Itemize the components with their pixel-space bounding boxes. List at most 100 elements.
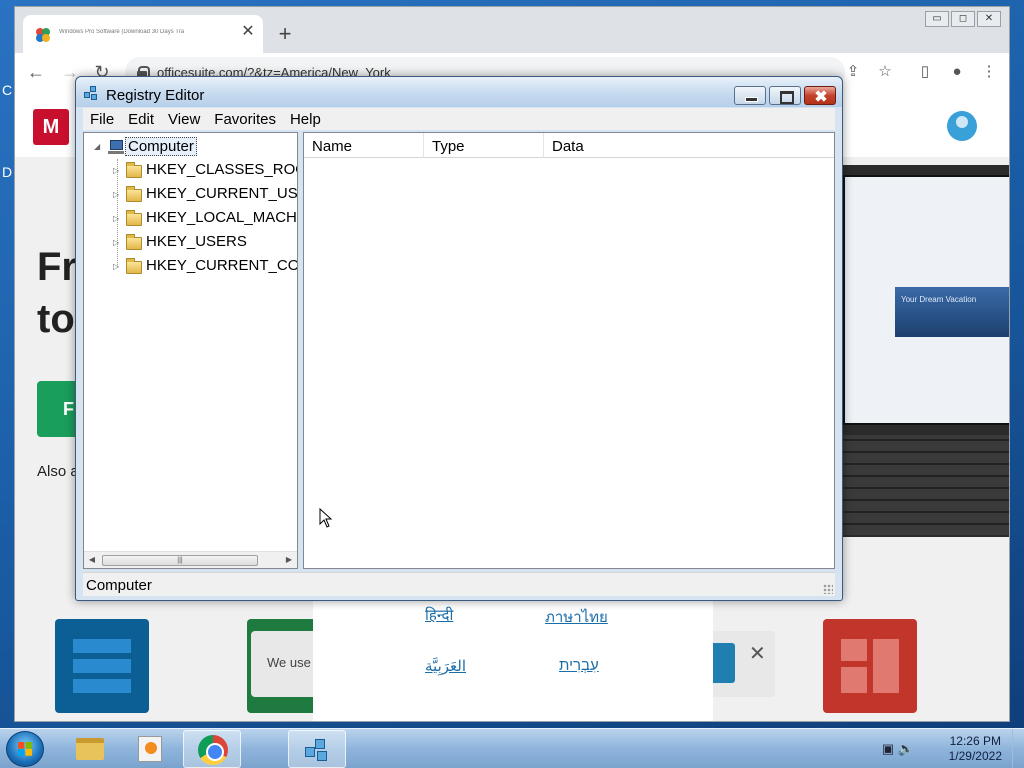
laptop-screen: Your Dream Vacation [843,175,1009,425]
tree-item-label: HKEY_CLASSES_ROOT [146,161,297,178]
network-icon[interactable]: ▣ [882,741,894,756]
tree-item-label: HKEY_LOCAL_MACHINE [146,209,297,226]
expand-arrow-icon[interactable]: ▷ [113,238,123,248]
taskbar: ▣ 🔈 12:26 PM 1/29/2022 [0,728,1024,768]
language-link[interactable]: العَرَبِيَّة [425,657,466,675]
browser-maximize-button[interactable]: ◻ [951,11,975,27]
taskbar-media-player[interactable] [120,730,178,768]
column-header-data[interactable]: Data [544,133,834,158]
site-logo[interactable]: M [33,109,69,145]
media-player-icon [138,736,162,762]
scrollbar-thumb[interactable]: ||| [102,555,258,566]
profile-icon[interactable]: ● [947,62,967,82]
tree-item-hku[interactable]: ▷ HKEY_USERS [84,233,297,255]
back-arrow-icon[interactable]: ← [25,61,47,83]
start-button[interactable] [6,731,44,767]
horizontal-scrollbar[interactable]: ◀ ||| ▶ [84,551,297,568]
window-title: Registry Editor [106,87,205,104]
close-icon[interactable]: ✕ [749,641,766,666]
system-tray: ▣ 🔈 [882,741,914,757]
browser-window-controls: ▭ ◻ ✕ [925,11,1001,29]
menu-favorites[interactable]: Favorites [207,108,283,130]
slides-tile[interactable] [823,619,917,713]
tab-title: Windows Pro Software (Download 30 Days T… [59,29,185,35]
new-tab-button[interactable]: + [275,23,295,45]
vacation-banner: Your Dream Vacation [895,287,1009,337]
share-icon[interactable]: ⇪ [843,62,863,82]
expand-arrow-icon[interactable]: ▷ [113,190,123,200]
tree-item-label: HKEY_CURRENT_CONFIG [146,257,297,274]
maximize-button[interactable] [769,86,801,105]
menu-view[interactable]: View [161,108,207,130]
folder-icon [126,162,142,178]
browser-close-button[interactable]: ✕ [977,11,1001,27]
folder-icon [126,258,142,274]
expand-arrow-icon[interactable]: ▷ [113,166,123,176]
menu-help[interactable]: Help [283,108,328,130]
tab-close-icon[interactable]: ✕ [239,23,257,41]
hero-line: Fr [37,245,77,289]
window-controls [734,86,836,105]
language-link[interactable]: हिन्दी [425,605,453,625]
expand-arrow-icon[interactable]: ▷ [113,214,123,224]
tree-item-hkcc[interactable]: ▷ HKEY_CURRENT_CONFIG [84,257,297,279]
values-list-pane[interactable]: Name Type Data [303,132,835,569]
tree-item-label: Computer [125,137,197,156]
taskbar-registry-editor[interactable] [288,730,346,768]
desktop-edge-text: D [2,164,13,180]
menu-edit[interactable]: Edit [121,108,161,130]
menu-dots-icon[interactable]: ⋮ [979,62,999,82]
language-panel: हिन्दी ภาษาไทย العَرَبِيَّة עִבְרִית [313,601,713,721]
scroll-right-icon[interactable]: ▶ [284,555,294,565]
tree-item-hkcr[interactable]: ▷ HKEY_CLASSES_ROOT [84,161,297,183]
also-text: Also a [37,463,79,480]
resize-grip-icon[interactable] [823,584,833,594]
folder-icon [126,186,142,202]
computer-icon [108,140,124,154]
scroll-left-icon[interactable]: ◀ [87,555,97,565]
clock-date: 1/29/2022 [948,749,1002,763]
menu-file[interactable]: File [83,108,121,130]
side-panel-icon[interactable]: ▯ [915,62,935,82]
volume-icon[interactable]: 🔈 [898,741,914,756]
status-bar: Computer [83,572,835,596]
desktop-edge-text: C [2,82,13,98]
folder-icon [126,234,142,250]
keyboard-image [843,435,1009,535]
registry-editor-icon [84,86,100,102]
laptop-image: Your Dream Vacation [843,165,1009,537]
hero-heading: Fr to [37,241,77,345]
key-tree-pane[interactable]: ◢ Computer ▷ HKEY_CLASSES_ROOT ▷ HKEY_CU… [83,132,298,569]
clock[interactable]: 12:26 PM 1/29/2022 [949,734,1002,764]
tree-item-computer[interactable]: ◢ Computer [84,137,297,159]
language-link[interactable]: עִבְרִית [559,657,599,674]
browser-tab[interactable]: Windows Pro Software (Download 30 Days T… [23,15,263,53]
expand-arrow-icon[interactable]: ▷ [113,262,123,272]
menu-bar: File Edit View Favorites Help [83,108,835,130]
close-button[interactable] [804,86,836,105]
registry-editor-window: Registry Editor File Edit View Favorites… [75,76,843,601]
column-header-type[interactable]: Type [424,133,544,158]
clock-time: 12:26 PM [949,734,1001,748]
taskbar-chrome[interactable] [183,730,241,768]
language-link[interactable]: ภาษาไทย [545,605,608,629]
tree-item-label: HKEY_CURRENT_USER [146,185,298,202]
taskbar-explorer[interactable] [60,730,118,768]
minimize-button[interactable] [734,86,766,105]
title-bar[interactable]: Registry Editor [76,77,842,107]
show-desktop-button[interactable] [1012,729,1024,768]
tree-item-hkcu[interactable]: ▷ HKEY_CURRENT_USER [84,185,297,207]
list-header: Name Type Data [304,133,834,158]
collapse-arrow-icon[interactable]: ◢ [94,142,104,152]
column-header-name[interactable]: Name [304,133,424,158]
browser-minimize-button[interactable]: ▭ [925,11,949,27]
hero-line: to [37,297,75,341]
folder-icon [76,738,104,760]
site-favicon-icon [36,28,50,42]
documents-tile[interactable] [55,619,149,713]
bookmark-star-icon[interactable]: ☆ [875,62,895,82]
tree-item-hklm[interactable]: ▷ HKEY_LOCAL_MACHINE [84,209,297,231]
status-path: Computer [86,577,152,594]
folder-icon [126,210,142,226]
avatar[interactable] [947,111,977,141]
